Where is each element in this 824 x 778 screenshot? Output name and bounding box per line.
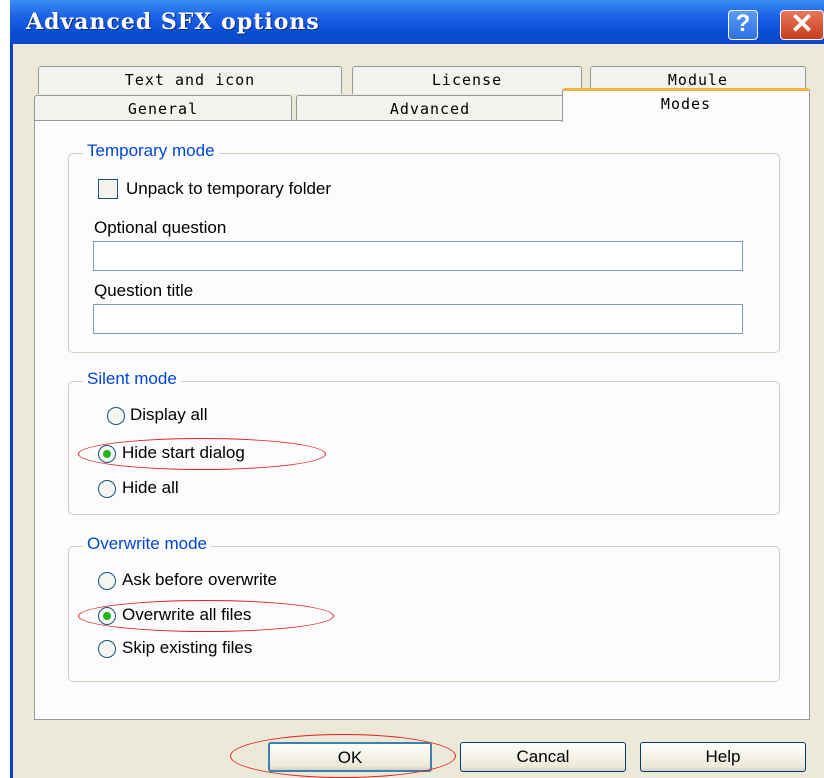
close-button[interactable]: ✕ xyxy=(780,10,824,40)
question-title-input[interactable] xyxy=(93,304,743,334)
help-button[interactable]: Help xyxy=(640,742,806,772)
close-icon: ✕ xyxy=(790,8,814,39)
temporary-mode-legend: Temporary mode xyxy=(83,141,219,161)
optional-question-label: Optional question xyxy=(94,218,227,237)
tab-label: License xyxy=(431,71,503,89)
hide-all-radio[interactable] xyxy=(98,480,116,498)
overwrite-mode-legend: Overwrite mode xyxy=(83,534,211,554)
unpack-temp-label: Unpack to temporary folder xyxy=(126,179,332,198)
tab-label: Module xyxy=(667,71,729,89)
tab-label: Advanced xyxy=(389,100,471,118)
tab-license[interactable]: License xyxy=(352,66,582,94)
skip-existing-label: Skip existing files xyxy=(122,638,253,657)
cancel-button[interactable]: Cancal xyxy=(460,742,626,772)
tab-advanced[interactable]: Advanced xyxy=(296,95,564,121)
skip-existing-radio[interactable] xyxy=(98,640,116,658)
tab-general[interactable]: General xyxy=(34,95,292,121)
tab-label: Text and icon xyxy=(124,71,256,89)
hide-start-dialog-label: Hide start dialog xyxy=(122,443,245,462)
question-title-label: Question title xyxy=(94,281,194,300)
display-all-radio[interactable] xyxy=(107,407,125,425)
title-bar[interactable]: Advanced SFX options ? ✕ xyxy=(10,0,824,44)
window-title: Advanced SFX options xyxy=(26,9,320,35)
ask-before-overwrite-radio[interactable] xyxy=(98,572,116,590)
tab-text-and-icon[interactable]: Text and icon xyxy=(38,66,342,94)
radio-selected-dot xyxy=(103,612,111,620)
silent-mode-legend: Silent mode xyxy=(83,369,181,389)
display-all-label: Display all xyxy=(130,405,208,424)
help-title-button[interactable]: ? xyxy=(728,10,758,40)
optional-question-input[interactable] xyxy=(93,241,743,271)
tab-label: General xyxy=(127,100,199,118)
hide-all-label: Hide all xyxy=(122,478,179,497)
unpack-temp-checkbox[interactable] xyxy=(98,179,118,199)
ok-button[interactable]: OK xyxy=(268,742,432,772)
overwrite-all-label: Overwrite all files xyxy=(122,605,252,624)
ask-before-overwrite-label: Ask before overwrite xyxy=(122,570,277,589)
tab-label: Modes xyxy=(660,95,712,113)
radio-selected-dot xyxy=(103,450,111,458)
overwrite-all-radio[interactable] xyxy=(98,607,116,625)
question-mark-icon: ? xyxy=(735,10,751,37)
tab-modes[interactable]: Modes xyxy=(562,88,810,122)
hide-start-dialog-radio[interactable] xyxy=(98,445,116,463)
